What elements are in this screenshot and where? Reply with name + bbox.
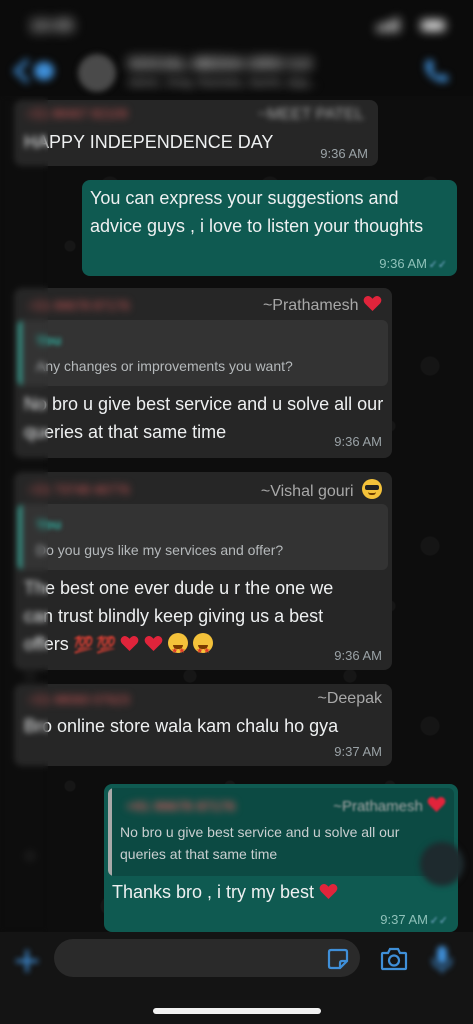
quote-name: ~Prathamesh: [333, 796, 446, 815]
quote-name-text: ~Prathamesh: [333, 798, 423, 815]
microphone-icon: [432, 946, 452, 973]
message-text-line: can trust blindly keep giving us a best: [24, 606, 324, 626]
chevron-left-icon: [13, 58, 54, 84]
message-text: HAPPY INDEPENDENCE DAY: [24, 132, 274, 152]
message-text: Thanks bro , i try my best: [112, 878, 338, 906]
message-input[interactable]: [54, 939, 360, 977]
camera-button[interactable]: [380, 946, 408, 972]
quote-text-line: queries at that same time: [120, 846, 278, 862]
sender-name-text: ~Vishal gouri: [260, 483, 354, 500]
star-struck-emoji-icon: ★★: [193, 633, 214, 655]
blur-overlay: [0, 96, 48, 932]
message-bubble[interactable]: +91 98060 07623 ~Deepak Bro online store…: [14, 684, 392, 766]
sender-name-text: ~Prathamesh: [262, 297, 359, 314]
sender-name: ~MEET PATEL: [257, 106, 364, 123]
hundred-points-emoji: 💯 💯: [73, 637, 116, 654]
group-name[interactable]: SOCIAL MEDIA GRO 3.0: [128, 56, 311, 74]
message-text: Bro online store wala kam chalu ho gya: [24, 716, 339, 736]
scroll-down-button[interactable]: [420, 842, 464, 886]
sender-name: ~Vishal gouri: [261, 479, 382, 501]
heart-icon: [319, 884, 338, 900]
chat-header: SOCIAL MEDIA GRO 3.0 Admin, Vinay, Ravin…: [0, 50, 473, 96]
heart-icon: [427, 797, 446, 813]
message-bubble[interactable]: +91 73748 46776 ~Vishal gouri You Do you…: [14, 472, 392, 670]
message-bubble[interactable]: +91 99678 87176 ~Prathamesh You Any chan…: [14, 288, 392, 458]
quote-author: +91 99678 87176: [126, 798, 236, 814]
heart-icon: [144, 636, 163, 652]
heart-icon: [120, 636, 139, 652]
microphone-button[interactable]: [430, 944, 454, 974]
heart-icon: [363, 296, 382, 312]
message-time: 9:37 AM: [334, 744, 382, 759]
message-bubble[interactable]: +91 98467 82109 ~MEET PATEL HAPPY INDEPE…: [14, 100, 378, 166]
message-text-line: offers 💯 💯 ★★ ★★: [24, 630, 214, 660]
double-check-icon: ✓✓: [429, 915, 448, 927]
sunglasses-emoji-icon: [362, 479, 382, 499]
input-bar: [0, 932, 473, 1024]
message-time: 9:37 AM: [380, 912, 428, 927]
sender-name: ~Deepak: [317, 690, 383, 707]
star-struck-emoji-icon: ★★: [168, 633, 189, 655]
sticker-button[interactable]: [326, 947, 350, 971]
quoted-message[interactable]: You Do you guys like my services and off…: [18, 504, 388, 570]
status-bar: 10:05: [0, 0, 473, 54]
message-time: 9:36 AM: [320, 146, 368, 161]
message-time: 9:36 AM: [334, 434, 382, 449]
quoted-message[interactable]: +91 99678 87176 ~Prathamesh No bro u giv…: [108, 788, 454, 876]
message-bubble-outgoing[interactable]: You can express your suggestions and adv…: [82, 180, 457, 276]
chat-area[interactable]: +91 98467 82109 ~MEET PATEL HAPPY INDEPE…: [0, 96, 473, 932]
message-text: You can express your suggestions and adv…: [90, 188, 424, 236]
group-members: Admin, Vinay, Ravindra, Sachin, Ajay...: [128, 77, 317, 89]
call-button[interactable]: [419, 56, 451, 88]
quote-text: Any changes or improvements you want?: [36, 358, 293, 374]
message-bubble-outgoing[interactable]: +91 99678 87176 ~Prathamesh No bro u giv…: [104, 784, 458, 932]
sticker-icon: [327, 948, 349, 970]
phone-icon: [425, 60, 448, 82]
back-button[interactable]: [10, 56, 58, 86]
status-time: 10:05: [30, 16, 74, 35]
plus-icon: [16, 950, 38, 972]
message-text-content: Thanks bro , i try my best: [112, 882, 315, 902]
home-indicator[interactable]: [153, 1008, 321, 1014]
message-time: 9:36 AM: [334, 648, 382, 663]
double-check-icon: ✓✓: [428, 259, 447, 271]
message-text-line: The best one ever dude u r the one we: [24, 578, 334, 598]
quoted-message[interactable]: You Any changes or improvements you want…: [18, 320, 388, 386]
camera-icon: [380, 947, 408, 971]
message-time: 9:36 AM: [379, 256, 427, 271]
sender-name: ~Prathamesh: [263, 295, 382, 315]
quote-text-line: No bro u give best service and u solve a…: [120, 824, 400, 840]
quote-text: Do you guys like my services and offer?: [36, 542, 284, 558]
attach-button[interactable]: [10, 944, 44, 978]
group-avatar[interactable]: [78, 54, 116, 92]
status-icons: [377, 18, 447, 35]
